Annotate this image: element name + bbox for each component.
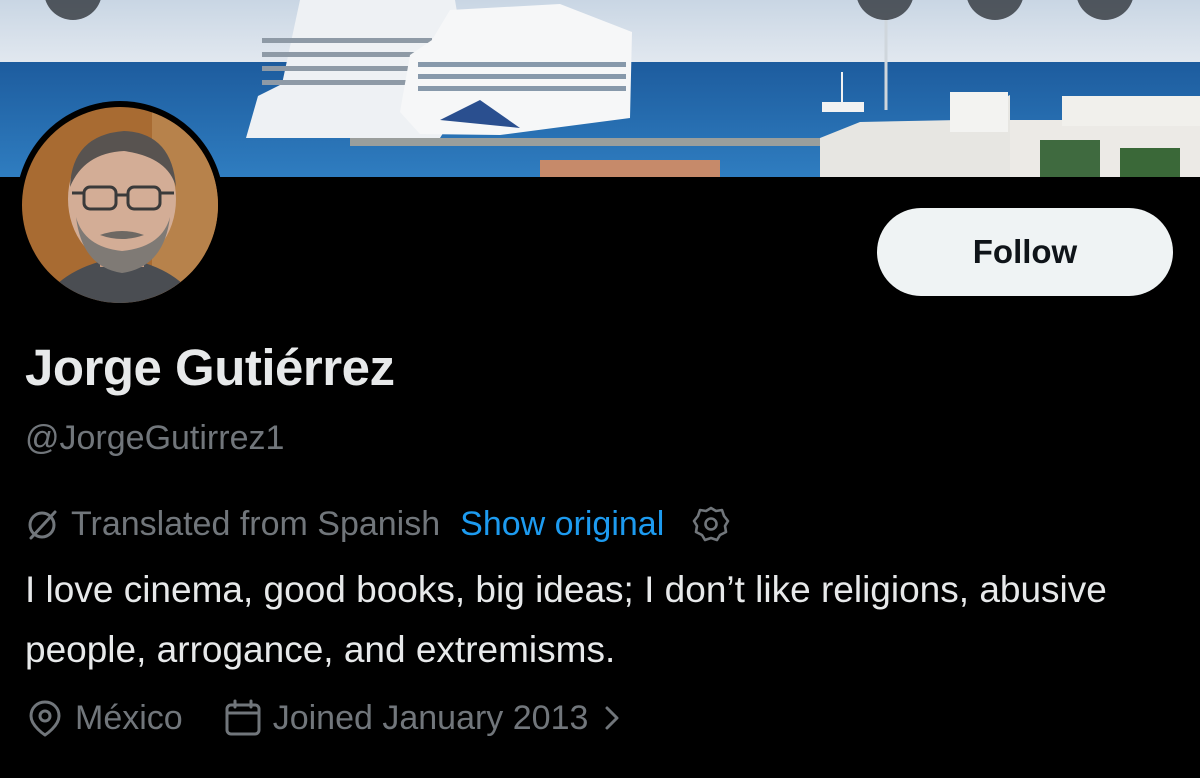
show-original-link[interactable]: Show original <box>460 505 664 544</box>
profile-meta: México Joined January 2013 <box>25 696 632 740</box>
profile-bio: I love cinema, good books, big ideas; I … <box>25 569 1107 670</box>
translate-icon <box>25 506 61 542</box>
display-name: Jorge Gutiérrez <box>25 339 395 396</box>
calendar-icon <box>225 699 261 736</box>
location: México <box>25 698 183 738</box>
avatar-photo <box>22 107 218 303</box>
location-pin-icon <box>29 700 61 737</box>
gear-icon[interactable] <box>692 505 730 543</box>
joined-date[interactable]: Joined January 2013 <box>223 698 633 738</box>
avatar[interactable] <box>16 101 224 309</box>
translation-notice: Translated from Spanish <box>71 504 441 543</box>
user-handle: @JorgeGutirrez1 <box>25 419 285 457</box>
location-text: México <box>75 698 183 737</box>
chevron-right-icon <box>602 703 632 733</box>
translation-row: Translated from Spanish Show original <box>25 502 730 546</box>
joined-text: Joined January 2013 <box>272 698 589 737</box>
follow-button[interactable]: Follow <box>877 208 1173 296</box>
